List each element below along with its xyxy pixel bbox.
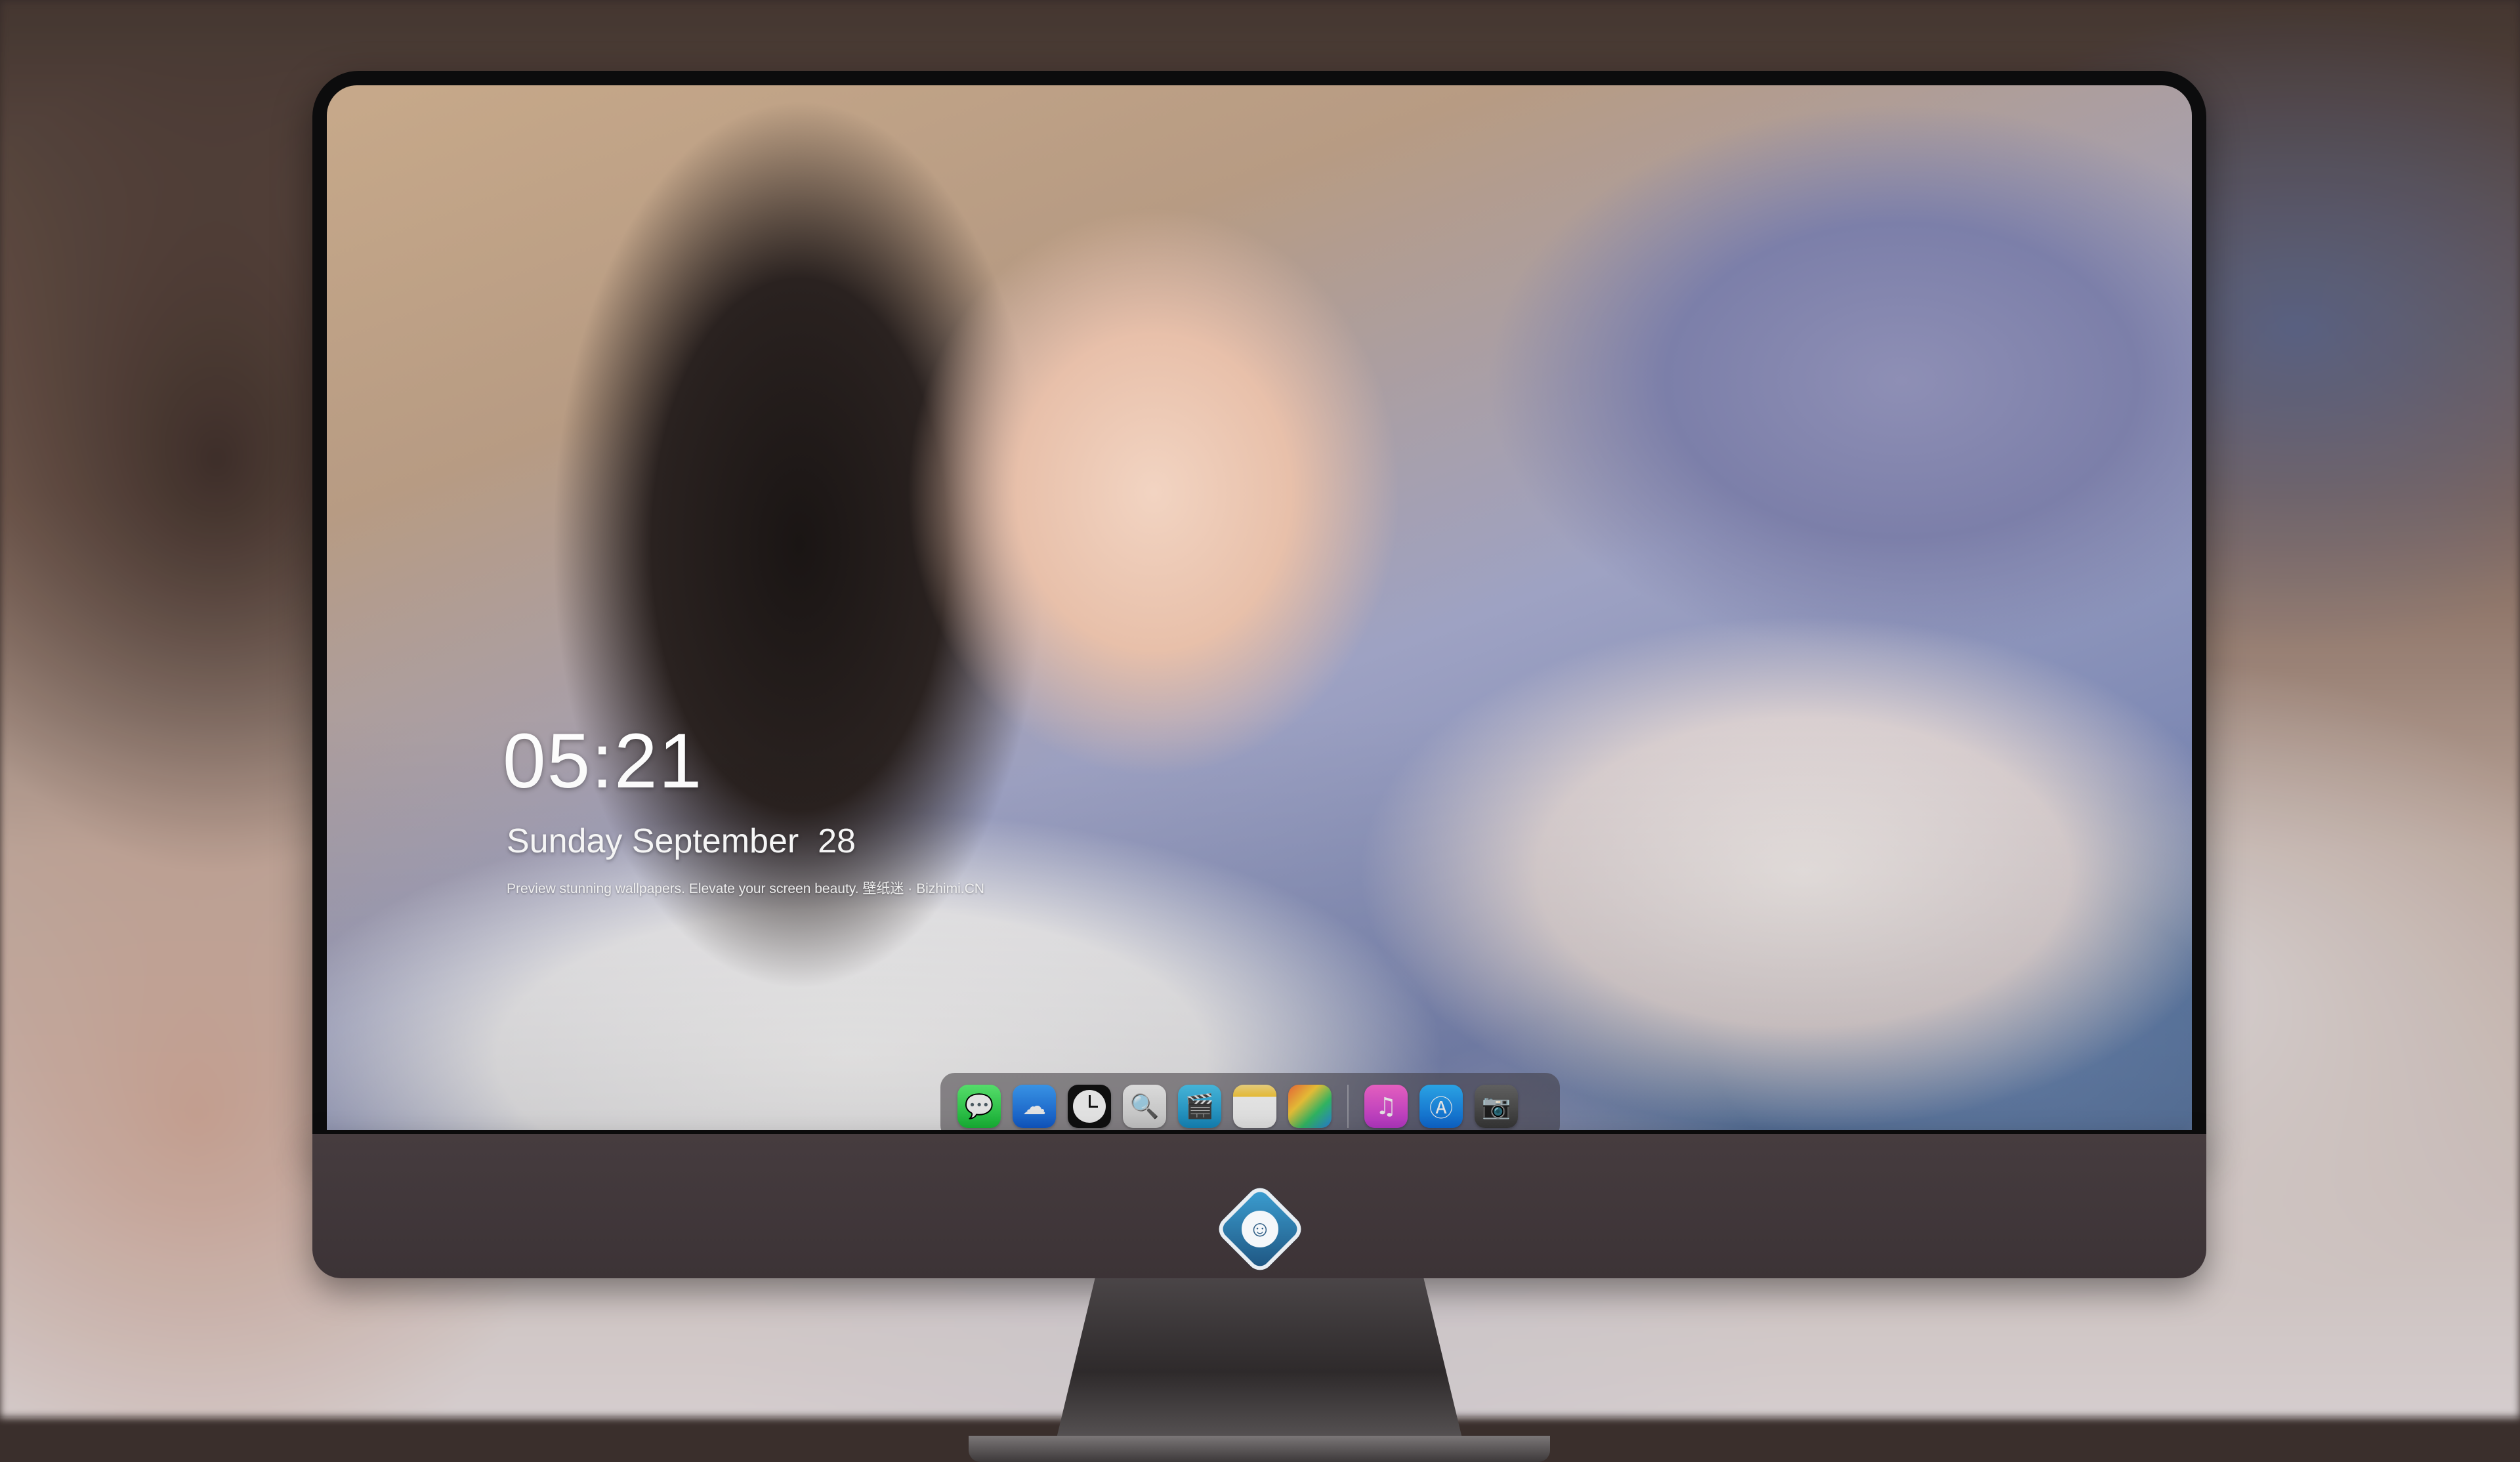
wallpaper-screen: 05:21 Sunday September 28 Preview stunni… — [327, 85, 2192, 1130]
monitor-stand-base — [969, 1436, 1550, 1462]
wallpaper-tagline: Preview stunning wallpapers. Elevate you… — [507, 881, 984, 896]
mascot-logo-icon: ☺ — [1213, 1182, 1307, 1276]
music-icon[interactable]: ♫ — [1364, 1085, 1408, 1128]
photo-booth-icon[interactable] — [1288, 1085, 1332, 1128]
dock: 💬 ☁ 🔍 🎬 ♫ Ⓐ 📷 — [940, 1073, 1560, 1130]
logo-face-icon: ☺ — [1242, 1211, 1278, 1247]
monitor-chin: ☺ — [312, 1134, 2206, 1278]
weather-icon[interactable]: ☁ — [1013, 1085, 1056, 1128]
monitor-stand — [1054, 1278, 1465, 1449]
app-store-icon[interactable]: Ⓐ — [1419, 1085, 1463, 1128]
lock-screen-time: 05:21 — [503, 718, 704, 804]
claquette-icon[interactable]: 🎬 — [1178, 1085, 1221, 1128]
lock-screen-date: Sunday September 28 — [507, 822, 856, 860]
preview-icon[interactable]: 🔍 — [1123, 1085, 1166, 1128]
messages-icon[interactable]: 💬 — [957, 1085, 1001, 1128]
clock-face — [1073, 1090, 1106, 1123]
monitor-bezel: 05:21 Sunday September 28 Preview stunni… — [312, 71, 2206, 1147]
screenshot-icon[interactable]: 📷 — [1475, 1085, 1518, 1128]
clock-icon[interactable] — [1068, 1085, 1111, 1128]
monitor-mockup: 05:21 Sunday September 28 Preview stunni… — [312, 71, 2206, 1462]
notes-icon[interactable] — [1233, 1085, 1276, 1128]
dock-separator — [1347, 1085, 1349, 1128]
